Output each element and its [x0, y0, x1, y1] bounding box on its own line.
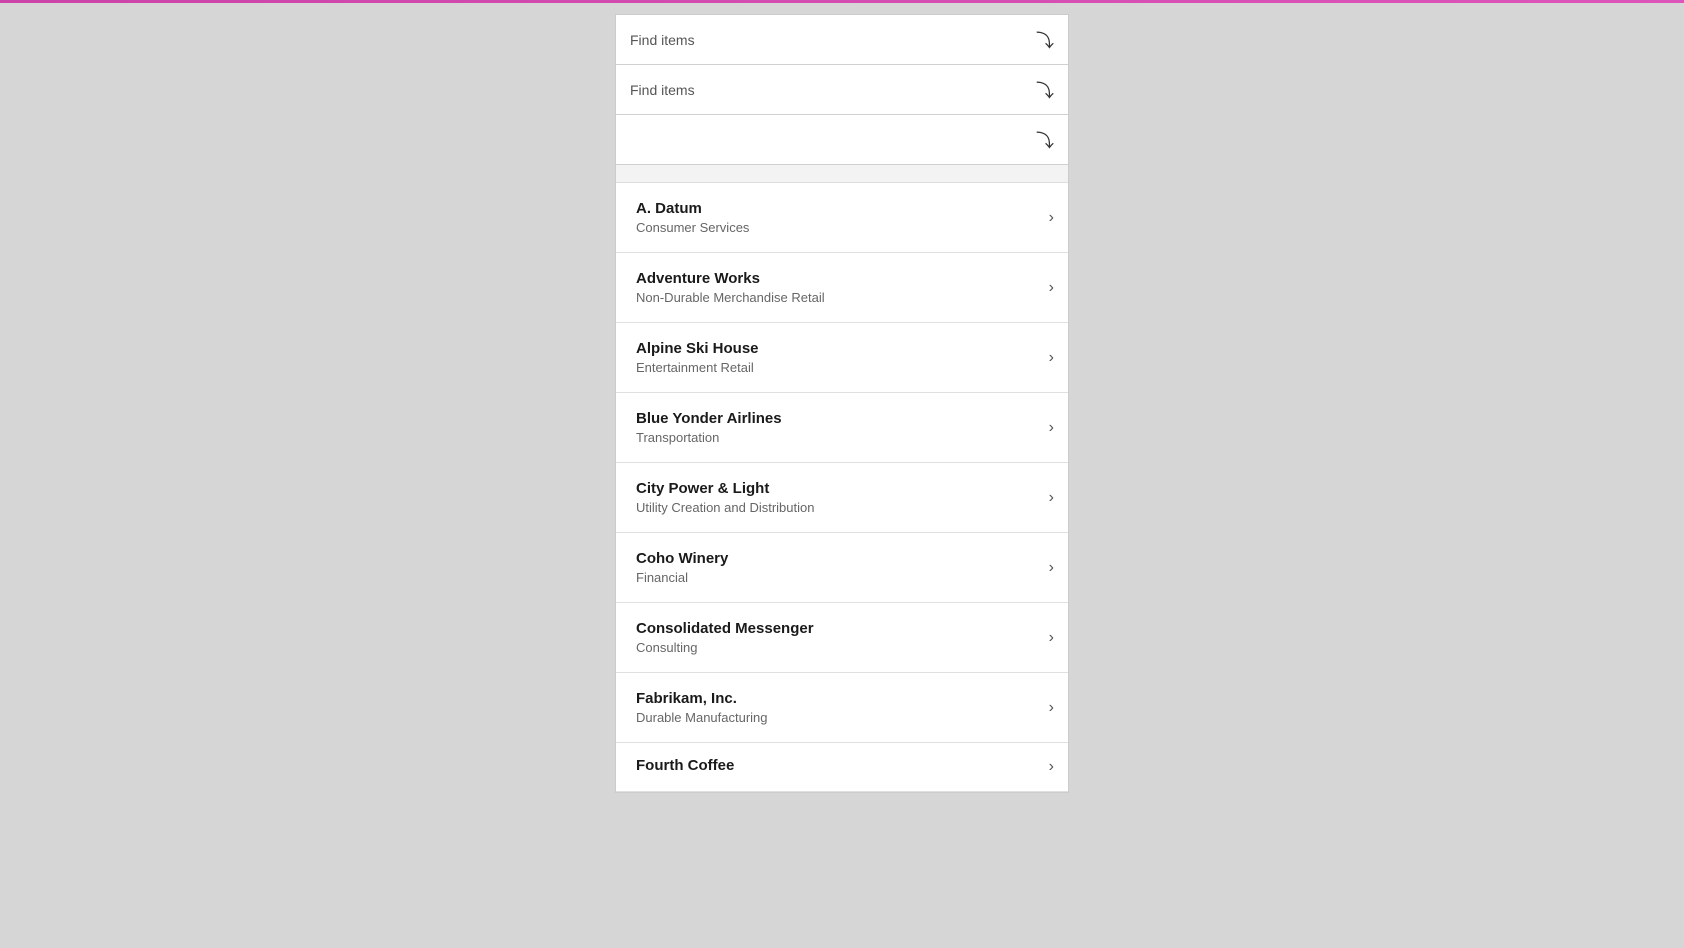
list-item-adventure-works-name: Adventure Works — [636, 270, 1039, 287]
list-item-fabrikam-inc[interactable]: Fabrikam, Inc. Durable Manufacturing › — [616, 673, 1068, 743]
list-item-consolidated-messenger-content: Consolidated Messenger Consulting — [636, 620, 1039, 655]
list-item-fabrikam-inc-content: Fabrikam, Inc. Durable Manufacturing — [636, 690, 1039, 725]
list-item-fourth-coffee-content: Fourth Coffee — [636, 757, 1039, 777]
list-item-alpine-ski-house-subtitle: Entertainment Retail — [636, 360, 1039, 375]
filter-chevron-2: ⤵ — [1036, 77, 1054, 103]
list-item-fourth-coffee-chevron: › — [1049, 758, 1054, 776]
filter-label-1: Find items — [630, 32, 695, 48]
list-item-a-datum-chevron: › — [1049, 209, 1054, 227]
list-item-coho-winery-subtitle: Financial — [636, 570, 1039, 585]
list-item-adventure-works-chevron: › — [1049, 279, 1054, 297]
list-item-coho-winery[interactable]: Coho Winery Financial › — [616, 533, 1068, 603]
list-item-city-power-light[interactable]: City Power & Light Utility Creation and … — [616, 463, 1068, 533]
filter-chevron-1: ⤵ — [1036, 27, 1054, 53]
list-item-coho-winery-content: Coho Winery Financial — [636, 550, 1039, 585]
list-item-a-datum[interactable]: A. Datum Consumer Services › — [616, 183, 1068, 253]
list-item-consolidated-messenger-subtitle: Consulting — [636, 640, 1039, 655]
list-item-city-power-light-name: City Power & Light — [636, 480, 1039, 497]
list-item-fabrikam-inc-chevron: › — [1049, 699, 1054, 717]
filter-label-2: Find items — [630, 82, 695, 98]
list-item-alpine-ski-house-name: Alpine Ski House — [636, 340, 1039, 357]
list-item-blue-yonder-airlines-subtitle: Transportation — [636, 430, 1039, 445]
list-item-consolidated-messenger[interactable]: Consolidated Messenger Consulting › — [616, 603, 1068, 673]
list-item-consolidated-messenger-chevron: › — [1049, 629, 1054, 647]
list-item-adventure-works-subtitle: Non-Durable Merchandise Retail — [636, 290, 1039, 305]
filter-row-2[interactable]: Find items ⤵ — [616, 65, 1068, 115]
list-item-a-datum-subtitle: Consumer Services — [636, 220, 1039, 235]
main-panel: Find items ⤵ Find items ⤵ ⤵ A. Datum Con… — [615, 14, 1069, 793]
filter-row-1[interactable]: Find items ⤵ — [616, 15, 1068, 65]
list-item-a-datum-name: A. Datum — [636, 200, 1039, 217]
list-item-fabrikam-inc-name: Fabrikam, Inc. — [636, 690, 1039, 707]
list-item-alpine-ski-house-content: Alpine Ski House Entertainment Retail — [636, 340, 1039, 375]
list-item-alpine-ski-house-chevron: › — [1049, 349, 1054, 367]
list-item-adventure-works-content: Adventure Works Non-Durable Merchandise … — [636, 270, 1039, 305]
list-item-consolidated-messenger-name: Consolidated Messenger — [636, 620, 1039, 637]
list-item-blue-yonder-airlines-name: Blue Yonder Airlines — [636, 410, 1039, 427]
filter-chevron-3: ⤵ — [1036, 127, 1054, 153]
list-item-city-power-light-content: City Power & Light Utility Creation and … — [636, 480, 1039, 515]
progress-bar — [0, 0, 1684, 3]
list-item-alpine-ski-house[interactable]: Alpine Ski House Entertainment Retail › — [616, 323, 1068, 393]
filter-row-3[interactable]: ⤵ — [616, 115, 1068, 165]
spacer — [616, 165, 1068, 183]
list-item-coho-winery-chevron: › — [1049, 559, 1054, 577]
list-item-adventure-works[interactable]: Adventure Works Non-Durable Merchandise … — [616, 253, 1068, 323]
list-item-blue-yonder-airlines-chevron: › — [1049, 419, 1054, 437]
list-item-coho-winery-name: Coho Winery — [636, 550, 1039, 567]
list-item-blue-yonder-airlines-content: Blue Yonder Airlines Transportation — [636, 410, 1039, 445]
list-item-blue-yonder-airlines[interactable]: Blue Yonder Airlines Transportation › — [616, 393, 1068, 463]
list-item-a-datum-content: A. Datum Consumer Services — [636, 200, 1039, 235]
list-item-city-power-light-chevron: › — [1049, 489, 1054, 507]
list-item-fourth-coffee[interactable]: Fourth Coffee › — [616, 743, 1068, 792]
accounts-list: A. Datum Consumer Services › Adventure W… — [616, 183, 1068, 792]
list-item-fabrikam-inc-subtitle: Durable Manufacturing — [636, 710, 1039, 725]
list-item-fourth-coffee-name: Fourth Coffee — [636, 757, 1039, 774]
list-item-city-power-light-subtitle: Utility Creation and Distribution — [636, 500, 1039, 515]
